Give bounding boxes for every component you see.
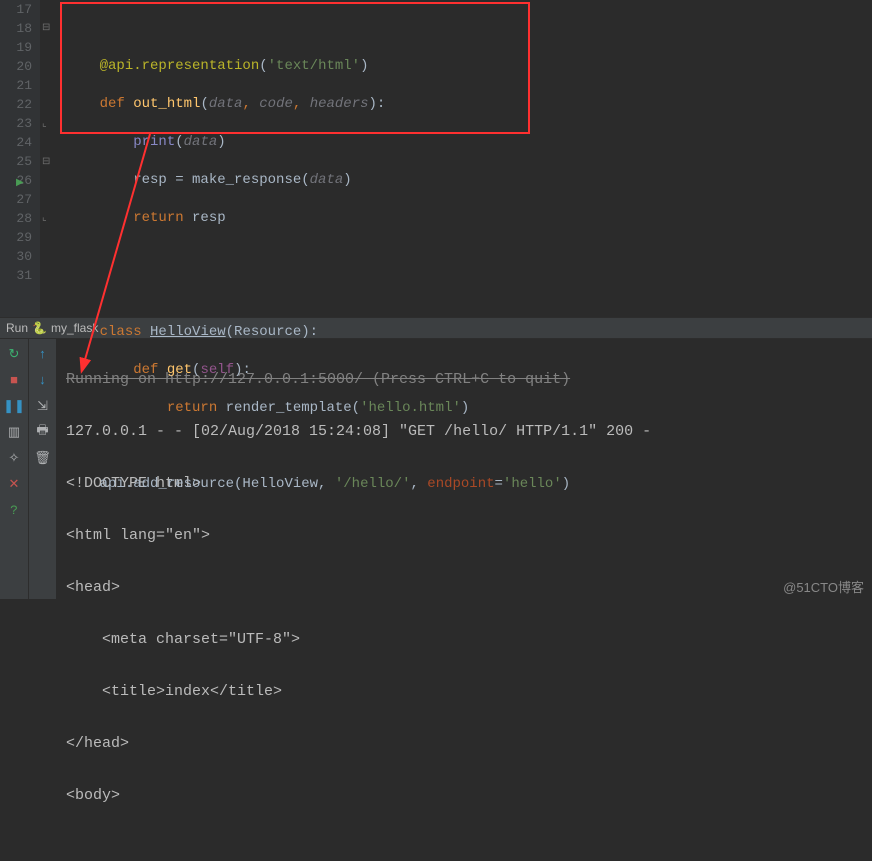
console-toolbar-nav: ↑ ↓ ⇲ 🖶 🗑 bbox=[28, 339, 56, 599]
line-number: 21 bbox=[0, 76, 32, 95]
pause-icon[interactable]: ❚❚ bbox=[5, 397, 23, 415]
string: 'hello.html' bbox=[360, 400, 461, 416]
print-icon[interactable]: 🖶 bbox=[34, 423, 52, 441]
python-icon: 🐍 bbox=[32, 317, 47, 339]
pin-icon[interactable]: ✧ bbox=[5, 449, 23, 467]
line-number: 25 bbox=[0, 152, 32, 171]
arg: data bbox=[310, 172, 344, 188]
param: data bbox=[209, 96, 243, 112]
line-number: 28 bbox=[0, 209, 32, 228]
output-line: </head> bbox=[66, 731, 872, 757]
run-gutter-icon[interactable]: ▶ bbox=[16, 177, 28, 195]
code-editor[interactable]: 17 18 19 20 21 22 23 24 25 26 27 28 29 3… bbox=[0, 0, 872, 317]
builtin-print: print bbox=[133, 134, 175, 150]
line-number: 22 bbox=[0, 95, 32, 114]
line-number: 19 bbox=[0, 38, 32, 57]
rerun-icon[interactable]: ↻ bbox=[5, 345, 23, 363]
fold-icon[interactable]: ⊟ bbox=[42, 156, 54, 168]
decorator: @api.representation bbox=[100, 58, 260, 74]
output-line: <title>index</title> bbox=[66, 679, 872, 705]
keyword-class: class bbox=[100, 324, 150, 340]
code-text: resp = make_response( bbox=[133, 172, 309, 188]
layout-icon[interactable]: ▥ bbox=[5, 423, 23, 441]
line-number: 17 bbox=[0, 0, 32, 19]
fold-icon[interactable]: ⊟ bbox=[42, 22, 54, 34]
keyword-def: def bbox=[100, 96, 134, 112]
output-line: <meta charset="UTF-8"> bbox=[66, 627, 872, 653]
output-line: <body> bbox=[66, 783, 872, 809]
code-text: api.add_resource(HelloView, bbox=[100, 476, 335, 492]
console-toolbar-left: ↻ ■ ❚❚ ▥ ✧ ✕ ? bbox=[0, 339, 28, 599]
string: 'hello' bbox=[503, 476, 562, 492]
line-number: 23 bbox=[0, 114, 32, 133]
fold-end-icon[interactable]: ⌞ bbox=[42, 212, 54, 224]
help-icon[interactable]: ? bbox=[5, 501, 23, 519]
line-number: 20 bbox=[0, 57, 32, 76]
line-number: 24 bbox=[0, 133, 32, 152]
export-icon[interactable]: ⇲ bbox=[34, 397, 52, 415]
string: 'text/html' bbox=[268, 58, 360, 74]
keyword-return: return bbox=[167, 400, 226, 416]
fold-end-icon[interactable]: ⌞ bbox=[42, 118, 54, 130]
function-name: out_html bbox=[133, 96, 200, 112]
line-gutter: 17 18 19 20 21 22 23 24 25 26 27 28 29 3… bbox=[0, 0, 40, 317]
trash-icon[interactable]: 🗑 bbox=[34, 449, 52, 467]
fold-column: ⊟ ⌞ ⊟ ⌞ ▶ bbox=[40, 0, 60, 317]
named-arg: endpoint bbox=[427, 476, 494, 492]
down-arrow-icon[interactable]: ↓ bbox=[34, 371, 52, 389]
code-text: resp bbox=[192, 210, 226, 226]
watermark: @51CTO博客 bbox=[783, 577, 864, 596]
code-area[interactable]: @api.representation('text/html') def out… bbox=[60, 0, 872, 317]
stop-icon[interactable]: ■ bbox=[5, 371, 23, 389]
string: '/hello/' bbox=[335, 476, 411, 492]
code-text: render_template( bbox=[226, 400, 360, 416]
close-icon[interactable]: ✕ bbox=[5, 475, 23, 493]
up-arrow-icon[interactable]: ↑ bbox=[34, 345, 52, 363]
param: code bbox=[259, 96, 293, 112]
line-number: 18 bbox=[0, 19, 32, 38]
code-text: (Resource): bbox=[226, 324, 318, 340]
keyword-return: return bbox=[133, 210, 192, 226]
param: headers bbox=[310, 96, 369, 112]
line-number: 31 bbox=[0, 266, 32, 285]
arg: data bbox=[184, 134, 218, 150]
output-line: Running on http://127.0.0.1:5000/ (Press… bbox=[66, 367, 872, 393]
run-label: Run bbox=[6, 317, 28, 339]
line-number: 30 bbox=[0, 247, 32, 266]
line-number: 29 bbox=[0, 228, 32, 247]
class-name: HelloView bbox=[150, 324, 226, 340]
